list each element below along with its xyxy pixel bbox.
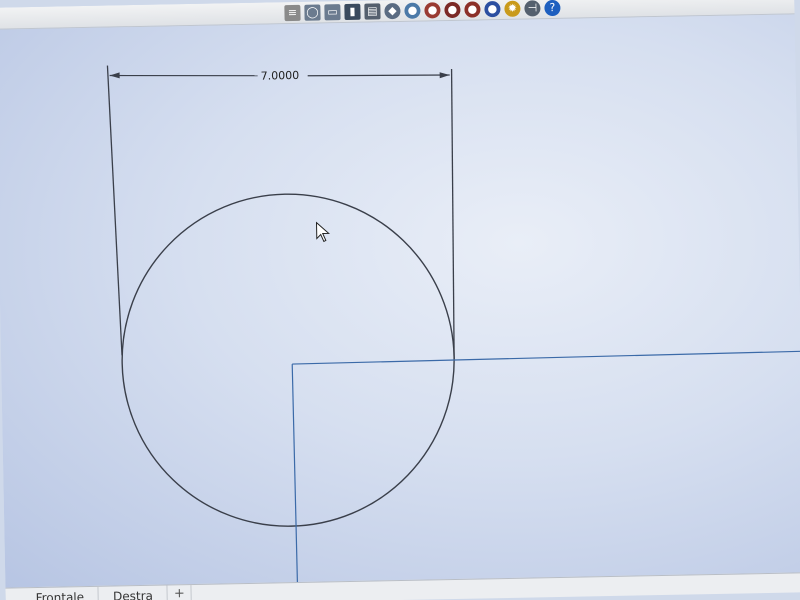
tab-frontale[interactable]: Frontale <box>5 586 100 600</box>
box-icon[interactable]: ◆ <box>384 2 401 19</box>
blue-sphere-icon[interactable]: ● <box>484 0 501 17</box>
dimension-extension-line-right <box>450 68 455 359</box>
connector-icon[interactable]: ⊣ <box>524 0 541 17</box>
dark-red-sphere-icon[interactable]: ● <box>444 1 461 18</box>
red-sphere-icon[interactable]: ● <box>424 1 441 18</box>
dimension-arrow-left <box>109 72 120 79</box>
measure-icon[interactable]: ≡ <box>284 4 301 21</box>
3d-viewport[interactable]: 7.0000 <box>0 14 800 588</box>
circle-tool-icon[interactable]: ◯ <box>304 3 321 21</box>
horizontal-axis-line <box>292 350 800 365</box>
sketch-canvas[interactable] <box>0 14 800 587</box>
screen: ≡ ◯ ▭ ▮ ▤ ◆ ● ● ● ● ● ✹ ⊣? 7.0000 Frontale Destra + <box>0 0 800 600</box>
gear-icon[interactable]: ✹ <box>504 0 521 17</box>
mouse-cursor-icon <box>315 221 331 243</box>
dimension-arrow-right <box>439 72 450 79</box>
document-icon[interactable]: ▤ <box>364 2 381 20</box>
tab-destra[interactable]: Destra <box>98 585 169 600</box>
dimension-extension-line-left <box>106 65 123 356</box>
add-tab-icon[interactable]: + <box>167 585 192 600</box>
vertical-axis-line <box>291 364 298 583</box>
dimension-line-left <box>109 74 258 77</box>
sketch-circle[interactable] <box>119 191 457 529</box>
dimension-label[interactable]: 7.0000 <box>258 69 303 83</box>
cylinder-icon[interactable]: ● <box>464 0 481 18</box>
help-icon[interactable]: ? <box>544 0 561 16</box>
sphere-icon[interactable]: ● <box>404 2 421 19</box>
dimension-line-right <box>307 74 450 77</box>
copy-icon[interactable]: ▭ <box>324 3 341 20</box>
pin-icon[interactable]: ▮ <box>344 3 361 20</box>
